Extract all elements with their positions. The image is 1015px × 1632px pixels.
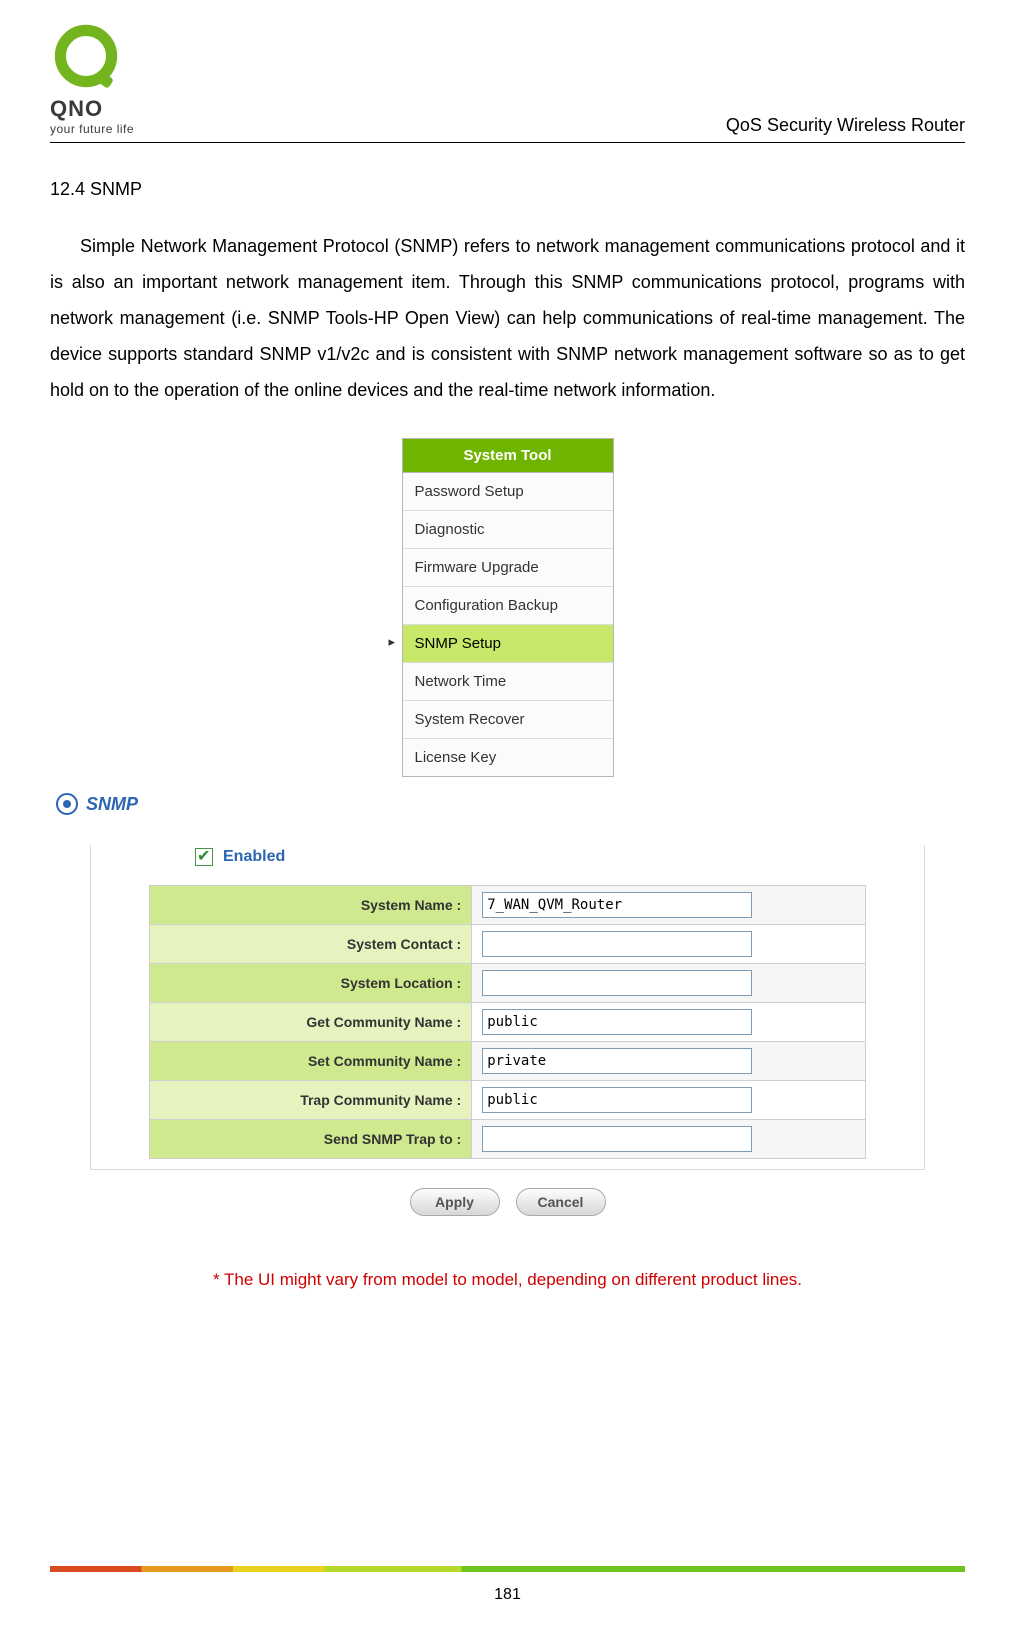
sidebar-item-password-setup[interactable]: Password Setup [403, 473, 613, 511]
table-row: System Name : [150, 886, 865, 925]
table-row: Trap Community Name : [150, 1081, 865, 1120]
field-label: Get Community Name : [150, 1003, 472, 1042]
button-row: Apply Cancel [50, 1170, 965, 1240]
document-title: QoS Security Wireless Router [726, 115, 965, 136]
sidebar-item-license-key[interactable]: License Key [403, 739, 613, 776]
field-cell [472, 886, 865, 925]
trap-community-name-input[interactable] [482, 1087, 752, 1113]
field-cell [472, 925, 865, 964]
snmp-panel: SNMP Enabled System Name :System Contact… [50, 787, 965, 1240]
table-row: Set Community Name : [150, 1042, 865, 1081]
field-label: System Location : [150, 964, 472, 1003]
sidebar-item-network-time[interactable]: Network Time [403, 663, 613, 701]
set-community-name-input[interactable] [482, 1048, 752, 1074]
circle-bullet-icon [56, 793, 78, 815]
system-tool-menu: System Tool Password SetupDiagnosticFirm… [402, 438, 614, 777]
table-row: Get Community Name : [150, 1003, 865, 1042]
snmp-form-table: System Name :System Contact :System Loca… [149, 885, 865, 1159]
table-row: System Location : [150, 964, 865, 1003]
cancel-button[interactable]: Cancel [516, 1188, 606, 1216]
logo-tagline: your future life [50, 122, 134, 136]
page-header: QNO your future life QoS Security Wirele… [50, 20, 965, 143]
qno-logo-icon [50, 20, 130, 100]
enabled-label: Enabled [223, 848, 285, 866]
sidebar-item-diagnostic[interactable]: Diagnostic [403, 511, 613, 549]
field-label: System Name : [150, 886, 472, 925]
table-row: Send SNMP Trap to : [150, 1120, 865, 1159]
section-body: Simple Network Management Protocol (SNMP… [50, 228, 965, 408]
field-cell [472, 1081, 865, 1120]
system-contact-input[interactable] [482, 931, 752, 957]
section-heading: 12.4 SNMP [50, 179, 965, 200]
field-cell [472, 1003, 865, 1042]
field-cell [472, 1120, 865, 1159]
logo-block: QNO your future life [50, 20, 134, 136]
field-label: Send SNMP Trap to : [150, 1120, 472, 1159]
snmp-panel-title: SNMP [86, 794, 138, 815]
field-label: System Contact : [150, 925, 472, 964]
send-snmp-trap-to-input[interactable] [482, 1126, 752, 1152]
table-row: System Contact : [150, 925, 865, 964]
get-community-name-input[interactable] [482, 1009, 752, 1035]
field-label: Trap Community Name : [150, 1081, 472, 1120]
section-body-text: Simple Network Management Protocol (SNMP… [50, 236, 965, 400]
system-location-input[interactable] [482, 970, 752, 996]
ui-variance-note: * The UI might vary from model to model,… [50, 1270, 965, 1290]
menu-title: System Tool [403, 439, 613, 473]
enabled-checkbox[interactable] [195, 848, 213, 866]
footer-color-bar [50, 1566, 965, 1572]
field-cell [472, 964, 865, 1003]
system-name-input[interactable] [482, 892, 752, 918]
sidebar-item-snmp-setup[interactable]: SNMP Setup [403, 625, 613, 663]
page-number: 181 [0, 1586, 1015, 1604]
apply-button[interactable]: Apply [410, 1188, 500, 1216]
sidebar-item-firmware-upgrade[interactable]: Firmware Upgrade [403, 549, 613, 587]
logo-text: QNO [50, 96, 103, 122]
field-cell [472, 1042, 865, 1081]
sidebar-item-system-recover[interactable]: System Recover [403, 701, 613, 739]
sidebar-item-configuration-backup[interactable]: Configuration Backup [403, 587, 613, 625]
field-label: Set Community Name : [150, 1042, 472, 1081]
